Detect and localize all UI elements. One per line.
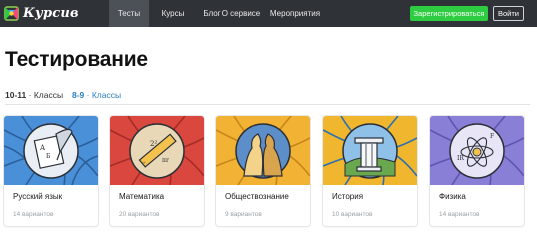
subject-card-physics[interactable]: IR F Физика 14 вариантов xyxy=(430,116,524,226)
svg-text:πr: πr xyxy=(162,157,169,164)
nav-about[interactable]: О сервисе xyxy=(206,0,276,27)
svg-text:IR: IR xyxy=(457,155,464,162)
card-variants: 14 вариантов xyxy=(439,211,480,218)
tab-grade-label: 8-9 xyxy=(72,90,85,100)
logo-text: Курсив xyxy=(23,6,79,21)
top-navbar: Курсив Тесты Курсы Блог О сервисе Меропр… xyxy=(0,0,537,27)
subject-card-math[interactable]: 2² πr ÷ Математика 20 вариантов xyxy=(110,116,204,226)
logo-icon xyxy=(4,6,19,21)
card-title: Математика xyxy=(119,192,165,201)
card-title: Обществознание xyxy=(225,192,289,201)
card-illustration xyxy=(216,116,310,186)
subject-card-russian[interactable]: A Б Русский язык 14 вариантов xyxy=(4,116,98,226)
nav-tests[interactable]: Тесты xyxy=(109,0,149,27)
pen-and-paper-icon: A Б xyxy=(4,116,98,186)
login-button[interactable]: Войти xyxy=(493,6,524,21)
nav-courses[interactable]: Курсы xyxy=(151,0,195,27)
card-title: Физика xyxy=(439,192,466,201)
svg-text:2²: 2² xyxy=(150,140,157,148)
svg-text:Б: Б xyxy=(46,153,51,160)
page-title: Тестирование xyxy=(5,48,148,71)
tab-grade-label: 10-11 xyxy=(5,90,27,100)
card-variants: 9 вариантов xyxy=(225,211,262,218)
tab-grade-8-9[interactable]: 8-9 · Классы xyxy=(72,90,121,100)
ruler-and-formulas-icon: 2² πr ÷ xyxy=(110,116,204,186)
card-illustration: IR F xyxy=(430,116,524,186)
card-variants: 20 вариантов xyxy=(119,211,160,218)
card-illustration: 2² πr ÷ xyxy=(110,116,204,186)
atom-icon: IR F xyxy=(430,116,524,186)
svg-text:÷: ÷ xyxy=(142,160,146,166)
tab-grade-suffix: · Классы xyxy=(26,90,64,100)
card-title: Русский язык xyxy=(13,192,63,201)
card-variants: 14 вариантов xyxy=(13,211,54,218)
card-title: История xyxy=(332,192,364,201)
column-icon xyxy=(323,116,417,186)
nav-events[interactable]: Мероприятия xyxy=(268,0,322,27)
svg-text:F: F xyxy=(490,133,494,140)
svg-text:A: A xyxy=(39,144,46,152)
faces-icon xyxy=(216,116,310,186)
subject-card-history[interactable]: История 10 вариантов xyxy=(323,116,417,226)
card-illustration xyxy=(323,116,417,186)
tab-grade-10-11[interactable]: 10-11 · Классы xyxy=(5,90,63,100)
logo[interactable]: Курсив xyxy=(4,5,79,22)
tab-grade-suffix: · Классы xyxy=(84,90,122,100)
tabs-divider xyxy=(5,104,530,105)
subject-card-social-studies[interactable]: Обществознание 9 вариантов xyxy=(216,116,310,226)
card-variants: 10 вариантов xyxy=(332,211,373,218)
card-illustration: A Б xyxy=(4,116,98,186)
register-button[interactable]: Зарегистрироваться xyxy=(410,6,488,21)
